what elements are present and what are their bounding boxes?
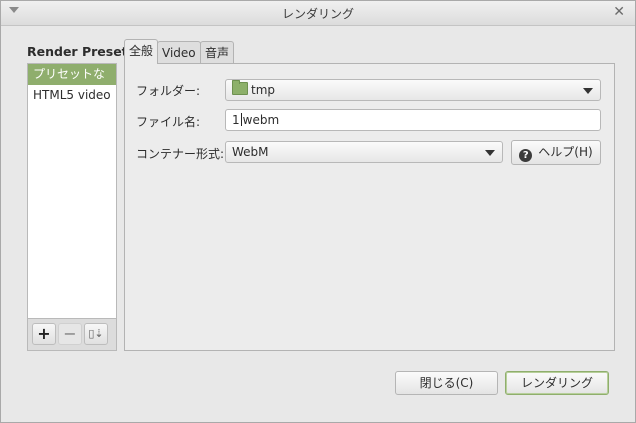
close-window-icon[interactable]: ✕ [613, 4, 625, 20]
chevron-down-icon [485, 150, 495, 156]
chevron-down-icon [583, 88, 593, 94]
folder-label: フォルダー: [136, 84, 201, 98]
preset-toolbar: + − ▯⇣ [27, 319, 117, 351]
render-button[interactable]: レンダリング [505, 371, 609, 395]
preset-list: プリセットなし HTML5 video [27, 63, 117, 319]
folder-combo[interactable]: tmp [225, 79, 601, 101]
import-preset-button[interactable]: ▯⇣ [84, 323, 108, 345]
remove-preset-button[interactable]: − [58, 323, 82, 345]
container-value: WebM [232, 145, 269, 159]
add-preset-button[interactable]: + [32, 323, 56, 345]
title-bar: レンダリング ✕ [1, 1, 635, 26]
render-preset-heading: Render Preset [27, 44, 128, 59]
container-format-combo[interactable]: WebM [225, 141, 503, 163]
help-icon: ? [519, 149, 533, 162]
filename-label: ファイル名: [136, 115, 201, 129]
tab-general[interactable]: 全般 [124, 39, 159, 64]
folder-icon [232, 80, 248, 95]
render-dialog: レンダリング ✕ Render Preset プリセットなし HTML5 vid… [0, 0, 636, 423]
container-label: コンテナー形式: [136, 147, 225, 161]
folder-value: tmp [251, 83, 276, 97]
filename-input[interactable]: 1 webm [225, 109, 601, 131]
general-tab-panel: フォルダー: tmp ファイル名: 1 webm コンテナー形式: WebM ? ヘ… [124, 63, 615, 351]
preset-item-none[interactable]: プリセットなし [28, 64, 116, 102]
close-button[interactable]: 閉じる(C) [395, 371, 498, 395]
preset-item-html5-video[interactable]: HTML5 video [28, 85, 116, 106]
help-label: ヘルプ(H) [538, 145, 593, 159]
filename-text-end: webm [242, 113, 280, 127]
help-button[interactable]: ? ヘルプ(H) [511, 140, 601, 165]
text-caret [240, 113, 242, 126]
filename-text-start: 1 [232, 113, 240, 127]
tab-video[interactable]: Video [157, 41, 201, 63]
tab-audio[interactable]: 音声 [200, 41, 235, 63]
window-title: レンダリング [281, 7, 354, 21]
